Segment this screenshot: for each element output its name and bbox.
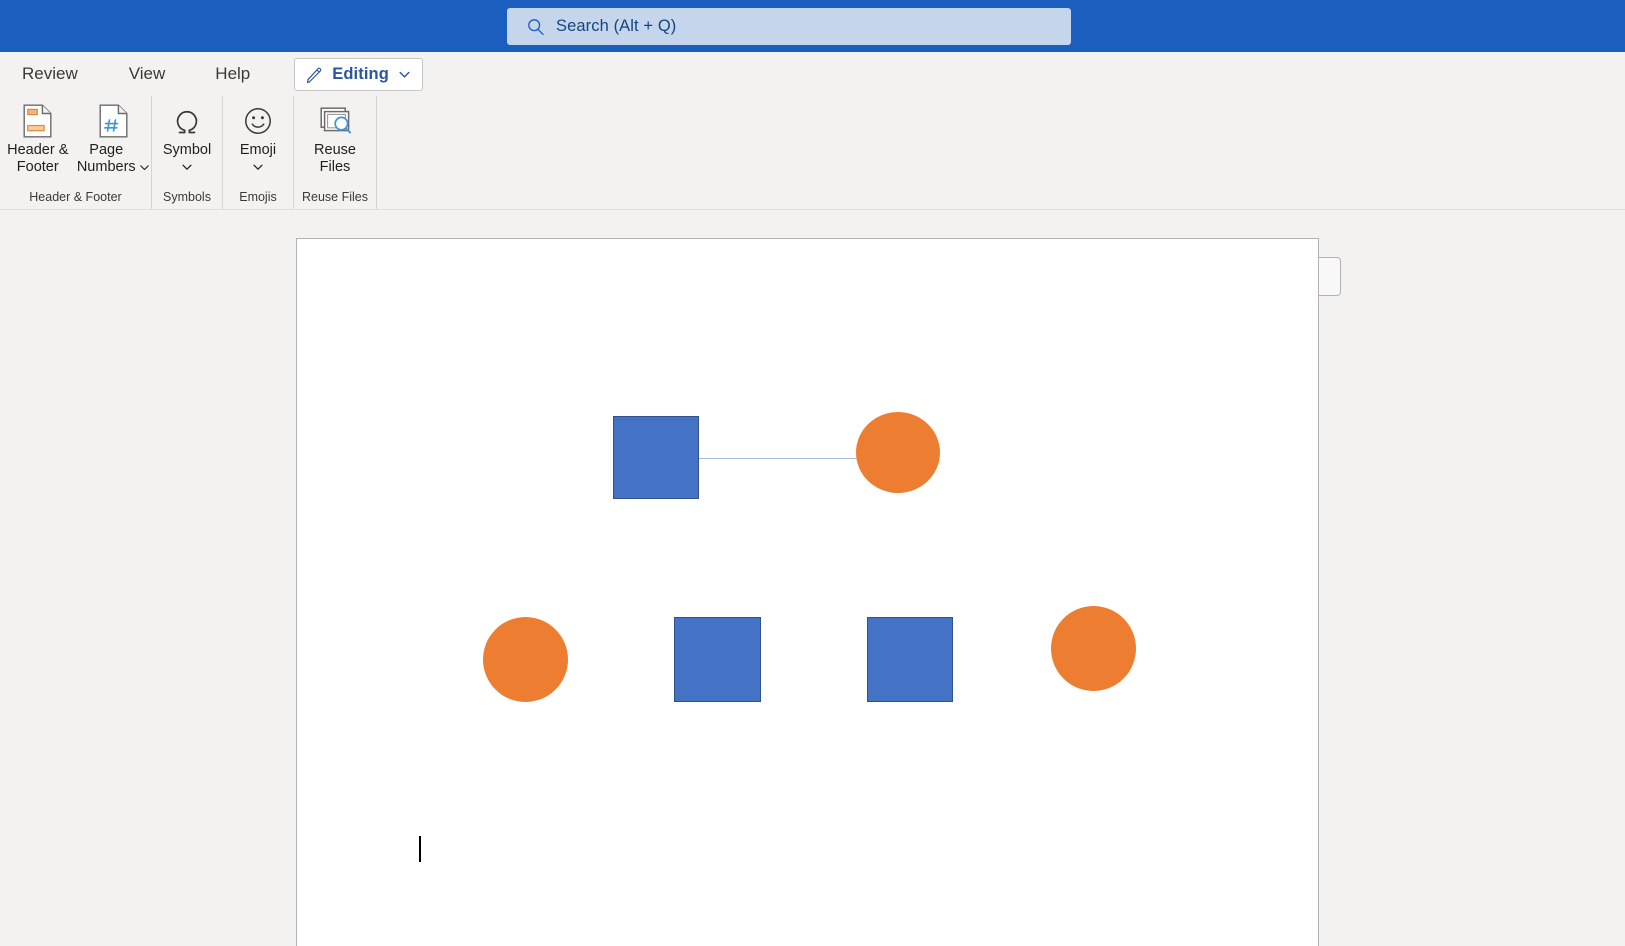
omega-symbol-icon bbox=[171, 102, 203, 140]
comments-pane-toggle[interactable] bbox=[1319, 257, 1341, 296]
search-icon bbox=[528, 18, 544, 35]
ribbon-group-header-footer: Header & Footer Page Numbers Header & Fo… bbox=[0, 96, 152, 209]
tab-view[interactable]: View bbox=[129, 58, 166, 90]
ribbon-button-page-numbers[interactable]: Page Numbers bbox=[76, 96, 152, 176]
ribbon-button-header-footer[interactable]: Header & Footer bbox=[0, 96, 76, 176]
document-canvas[interactable] bbox=[0, 210, 1625, 946]
chevron-down-icon bbox=[399, 71, 410, 78]
document-page[interactable] bbox=[296, 238, 1319, 946]
ribbon-group-label: Header & Footer bbox=[29, 190, 122, 204]
ribbon-group-items: Reuse Files bbox=[294, 96, 376, 187]
ribbon-group-items: Emoji bbox=[223, 96, 293, 187]
word-online-window: Search (Alt + Q) Review View Help Editin… bbox=[0, 0, 1625, 946]
ribbon-group-label: Emojis bbox=[239, 190, 277, 204]
ribbon-group-label: Symbols bbox=[163, 190, 211, 204]
ribbon-button-reuse-files[interactable]: Reuse Files bbox=[294, 96, 376, 176]
reuse-files-icon bbox=[318, 102, 352, 140]
text-cursor bbox=[419, 836, 421, 862]
chevron-down-icon[interactable] bbox=[252, 161, 264, 173]
tab-review[interactable]: Review bbox=[22, 58, 78, 90]
orange-ellipse-1[interactable] bbox=[856, 412, 940, 493]
ribbon-body: Header & Footer Page Numbers Header & Fo… bbox=[0, 96, 1625, 210]
chevron-down-icon[interactable] bbox=[181, 161, 193, 173]
ribbon-button-label: Page Numbers bbox=[76, 142, 136, 175]
ribbon-group-reuse-files: Reuse Files Reuse Files bbox=[294, 96, 377, 209]
editing-mode-label: Editing bbox=[332, 64, 389, 83]
search-placeholder-text: Search (Alt + Q) bbox=[556, 17, 677, 35]
tab-help[interactable]: Help bbox=[215, 58, 250, 90]
blue-rectangle-3[interactable] bbox=[867, 617, 953, 702]
connector-line-1[interactable] bbox=[699, 458, 858, 459]
ribbon-group-items: Header & Footer Page Numbers bbox=[0, 96, 151, 187]
editing-mode-button[interactable]: Editing bbox=[294, 57, 423, 91]
ribbon-group-symbols: Symbol Symbols bbox=[152, 96, 223, 209]
ribbon-button-label: Reuse Files bbox=[314, 142, 356, 175]
ribbon-group-items: Symbol bbox=[152, 96, 222, 187]
ribbon-group-emojis: Emoji Emojis bbox=[223, 96, 294, 209]
orange-ellipse-2[interactable] bbox=[483, 617, 568, 702]
orange-ellipse-3[interactable] bbox=[1051, 606, 1136, 691]
ribbon-group-label: Reuse Files bbox=[302, 190, 368, 204]
ribbon-button-label: Symbol bbox=[162, 142, 212, 158]
title-bar: Search (Alt + Q) bbox=[0, 0, 1625, 52]
blue-rectangle-2[interactable] bbox=[674, 617, 761, 702]
ribbon-groups: Header & Footer Page Numbers Header & Fo… bbox=[0, 96, 377, 209]
search-box[interactable]: Search (Alt + Q) bbox=[507, 8, 1071, 45]
blue-rectangle-1[interactable] bbox=[613, 416, 699, 499]
ribbon-button-label-row: Page Numbers bbox=[77, 140, 150, 176]
header-footer-icon bbox=[23, 102, 52, 140]
chevron-down-icon[interactable] bbox=[139, 162, 150, 173]
ribbon-tab-strip: Review View Help Editing bbox=[0, 52, 1625, 96]
page-numbers-icon bbox=[99, 102, 128, 140]
pencil-icon bbox=[307, 67, 322, 83]
shapes-layer bbox=[297, 239, 1320, 946]
ribbon-button-label: Header & Footer bbox=[7, 142, 69, 175]
ribbon-button-emoji[interactable]: Emoji bbox=[223, 96, 293, 173]
ribbon-button-symbol[interactable]: Symbol bbox=[152, 96, 222, 173]
smiley-face-icon bbox=[242, 102, 274, 140]
ribbon-button-label: Emoji bbox=[239, 142, 277, 158]
